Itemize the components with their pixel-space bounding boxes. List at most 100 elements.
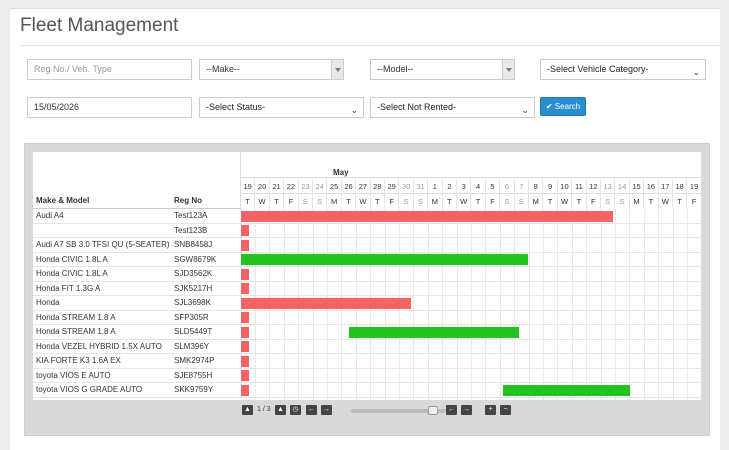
day-number: 28 — [370, 179, 385, 194]
plus-icon[interactable]: + — [485, 405, 496, 415]
make-dropdown-button[interactable] — [331, 60, 343, 79]
month-header: May — [241, 152, 701, 178]
available-bar[interactable] — [241, 254, 528, 265]
table-row[interactable]: Honda CIVIC 1.8L A SJD3562K — [33, 267, 701, 282]
day-of-week: T — [371, 194, 385, 209]
day-of-week: W — [457, 194, 472, 209]
day-number: 6 — [500, 179, 515, 194]
booking-bar[interactable] — [241, 355, 249, 367]
status-select[interactable]: -Select Status- ⌄ — [199, 97, 364, 118]
search-button[interactable]: ✔ Search — [540, 97, 586, 116]
reg-no-cell: Test123A — [174, 211, 208, 220]
clock-icon[interactable]: ◷ — [290, 405, 301, 415]
arrow-right-icon[interactable]: → — [461, 405, 472, 415]
table-row[interactable]: Honda FIT 1.3G A SJK5217H — [33, 281, 701, 296]
reg-no-cell: SFP305R — [174, 312, 209, 322]
model-dropdown-button[interactable] — [502, 60, 514, 79]
make-model-cell: Honda STREAM 1.8 A — [36, 312, 116, 322]
minus-icon[interactable]: − — [500, 405, 511, 415]
booking-bar[interactable] — [241, 239, 249, 251]
available-bar[interactable] — [503, 384, 630, 396]
vehicle-category-select[interactable]: -Select Vehicle Category- ⌄ — [540, 59, 706, 80]
make-model-cell: toyota VIOS G GRADE AUTO — [36, 385, 143, 394]
day-number: 9 — [543, 179, 558, 194]
day-of-week: S — [615, 194, 630, 209]
day-of-week: S — [515, 194, 529, 209]
make-model-cell: Honda — [36, 298, 60, 307]
arrow-left-icon[interactable]: ← — [306, 405, 317, 415]
reg-no-input[interactable]: Reg No./ Veh. Type — [27, 59, 192, 80]
day-of-week: T — [241, 194, 256, 209]
day-number: 14 — [615, 179, 630, 194]
booking-bar[interactable] — [241, 326, 249, 338]
column-header-reg-no: Reg No — [174, 196, 202, 205]
search-label: Search — [554, 102, 581, 111]
day-of-week: S — [601, 194, 616, 209]
make-model-cell: Honda CIVIC 1.8L A — [36, 254, 108, 264]
not-rented-select[interactable]: -Select Not Rented- ⌄ — [370, 97, 535, 118]
arrow-right-icon[interactable]: → — [321, 405, 332, 415]
zoom-slider-handle[interactable] — [427, 406, 438, 415]
zoom-slider[interactable] — [351, 406, 446, 415]
table-row[interactable]: toyota VIOS E AUTO SJE8755H — [33, 368, 701, 383]
day-of-week: M — [630, 194, 645, 209]
table-row[interactable]: KIA FORTE K3 1.6A EX SMK2974P — [33, 354, 701, 369]
date-input[interactable]: 15/05/2026 — [27, 97, 192, 118]
day-of-week: M — [428, 194, 443, 209]
booking-bar[interactable] — [241, 341, 249, 352]
booking-bar[interactable] — [241, 283, 249, 294]
table-row[interactable]: Audi A7 SB 3.0 TFSI QU (5-SEATER) SNB8458… — [33, 238, 701, 253]
chevron-down-icon: ⌄ — [521, 105, 529, 115]
table-row[interactable]: Honda VEZEL HYBRID 1.5X AUTO SLM396Y — [33, 339, 701, 354]
day-number: 3 — [457, 179, 472, 194]
day-number: 19 — [687, 179, 701, 194]
month-label: May — [333, 168, 349, 177]
booking-bar[interactable] — [241, 384, 249, 396]
day-number: 5 — [485, 179, 501, 194]
reg-no-cell: SKK9759Y — [174, 385, 214, 394]
day-of-week: S — [313, 194, 328, 209]
reg-no-cell: SLM396Y — [174, 341, 210, 351]
page-indicator: 1 / 3 — [257, 406, 271, 413]
booking-bar[interactable] — [241, 225, 249, 236]
day-number: 7 — [514, 179, 529, 194]
day-number: 31 — [413, 179, 429, 194]
arrow-up-icon[interactable]: ▲ — [275, 405, 286, 415]
day-number: 17 — [658, 179, 673, 194]
day-number: 11 — [572, 179, 587, 194]
reg-no-cell: SJK5217H — [174, 283, 213, 293]
day-number: 2 — [442, 179, 457, 194]
table-row[interactable]: Test123B — [33, 223, 701, 238]
make-model-cell: Honda VEZEL HYBRID 1.5X AUTO — [36, 341, 162, 351]
make-model-cell: KIA FORTE K3 1.6A EX — [36, 356, 121, 365]
available-bar[interactable] — [349, 326, 519, 338]
arrow-left-icon[interactable]: ← — [446, 405, 457, 415]
day-number: 4 — [471, 179, 486, 194]
day-of-week: W — [558, 194, 573, 209]
gantt-chart: Make & Model Reg No May 19 T 20 W 21 T 22 F 23 S 2… — [33, 152, 701, 400]
day-number: 25 — [327, 179, 342, 194]
booking-bar[interactable] — [241, 297, 411, 309]
day-of-week: W — [356, 194, 371, 209]
day-number: 23 — [298, 179, 313, 194]
day-of-week: M — [327, 194, 342, 209]
table-row[interactable]: Honda STREAM 1.8 A SFP305R — [33, 310, 701, 325]
day-of-week: T — [644, 194, 659, 209]
day-of-week: T — [471, 194, 486, 209]
day-of-week: S — [414, 194, 429, 209]
arrow-up-icon[interactable]: ▲ — [242, 405, 253, 415]
make-combobox[interactable]: --Make-- — [199, 59, 344, 80]
day-number: 10 — [557, 179, 573, 194]
booking-bar[interactable] — [241, 268, 249, 280]
day-number: 16 — [644, 179, 659, 194]
booking-bar[interactable] — [241, 312, 249, 323]
model-combobox[interactable]: --Model-- — [370, 59, 515, 80]
day-number: 12 — [586, 179, 601, 194]
booking-bar[interactable] — [241, 370, 249, 381]
title-divider — [20, 45, 720, 46]
gantt-left-header: Make & Model Reg No — [33, 152, 241, 209]
reg-no-cell: SNB8458J — [174, 240, 213, 249]
day-number: 8 — [529, 179, 544, 194]
day-of-week: S — [399, 194, 414, 209]
booking-bar[interactable] — [241, 210, 613, 222]
